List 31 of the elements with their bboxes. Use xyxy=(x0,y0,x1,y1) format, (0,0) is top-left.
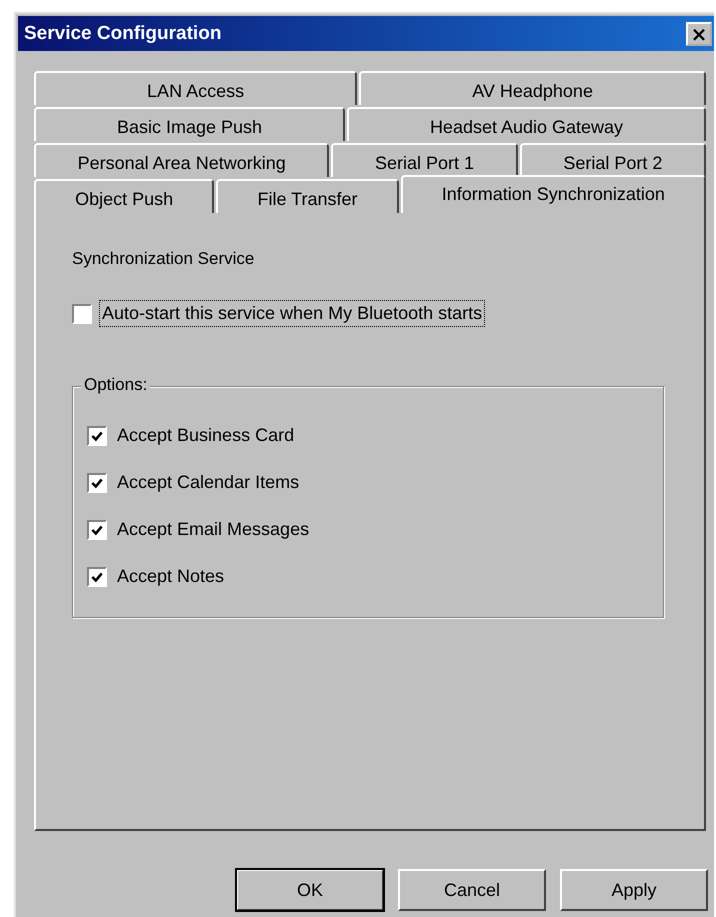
dialog-button[interactable]: Apply xyxy=(560,869,708,911)
section-title: Synchronization Service xyxy=(72,249,254,269)
tab[interactable]: Serial Port 1 xyxy=(331,143,518,177)
checkbox[interactable] xyxy=(87,472,107,492)
checkbox-label[interactable]: Accept Business Card xyxy=(115,423,296,448)
group-title: Options: xyxy=(81,375,150,395)
close-button[interactable]: × xyxy=(686,22,712,46)
checkbox[interactable] xyxy=(87,520,107,540)
checkbox-label[interactable]: Accept Calendar Items xyxy=(115,470,302,495)
checkmark-icon xyxy=(90,570,104,584)
window-title: Service Configuration xyxy=(24,22,222,44)
checkbox[interactable] xyxy=(72,304,92,324)
tab[interactable]: Information Synchronization xyxy=(400,175,706,213)
checkbox-label[interactable]: Auto-start this service when My Bluetooth starts xyxy=(100,301,484,326)
checkbox-label[interactable]: Accept Email Messages xyxy=(115,517,312,542)
checkmark-icon xyxy=(90,522,104,536)
checkbox-label[interactable]: Accept Notes xyxy=(115,564,226,589)
checkmark-icon xyxy=(90,428,104,442)
tab[interactable]: AV Headphone xyxy=(359,71,706,105)
checkmark-icon xyxy=(90,476,104,490)
checkbox[interactable] xyxy=(87,566,107,586)
tab[interactable]: Headset Audio Gateway xyxy=(346,107,706,141)
tab[interactable]: LAN Access xyxy=(34,71,358,105)
dialog-button[interactable]: Cancel xyxy=(398,869,546,911)
tab[interactable]: Personal Area Networking xyxy=(34,143,330,177)
checkbox[interactable] xyxy=(87,426,107,446)
tab[interactable]: Serial Port 2 xyxy=(520,143,706,177)
dialog-button[interactable]: OK xyxy=(236,869,384,911)
tab[interactable]: Object Push xyxy=(34,179,214,213)
tab[interactable]: File Transfer xyxy=(216,179,399,213)
tab[interactable]: Basic Image Push xyxy=(34,107,345,141)
